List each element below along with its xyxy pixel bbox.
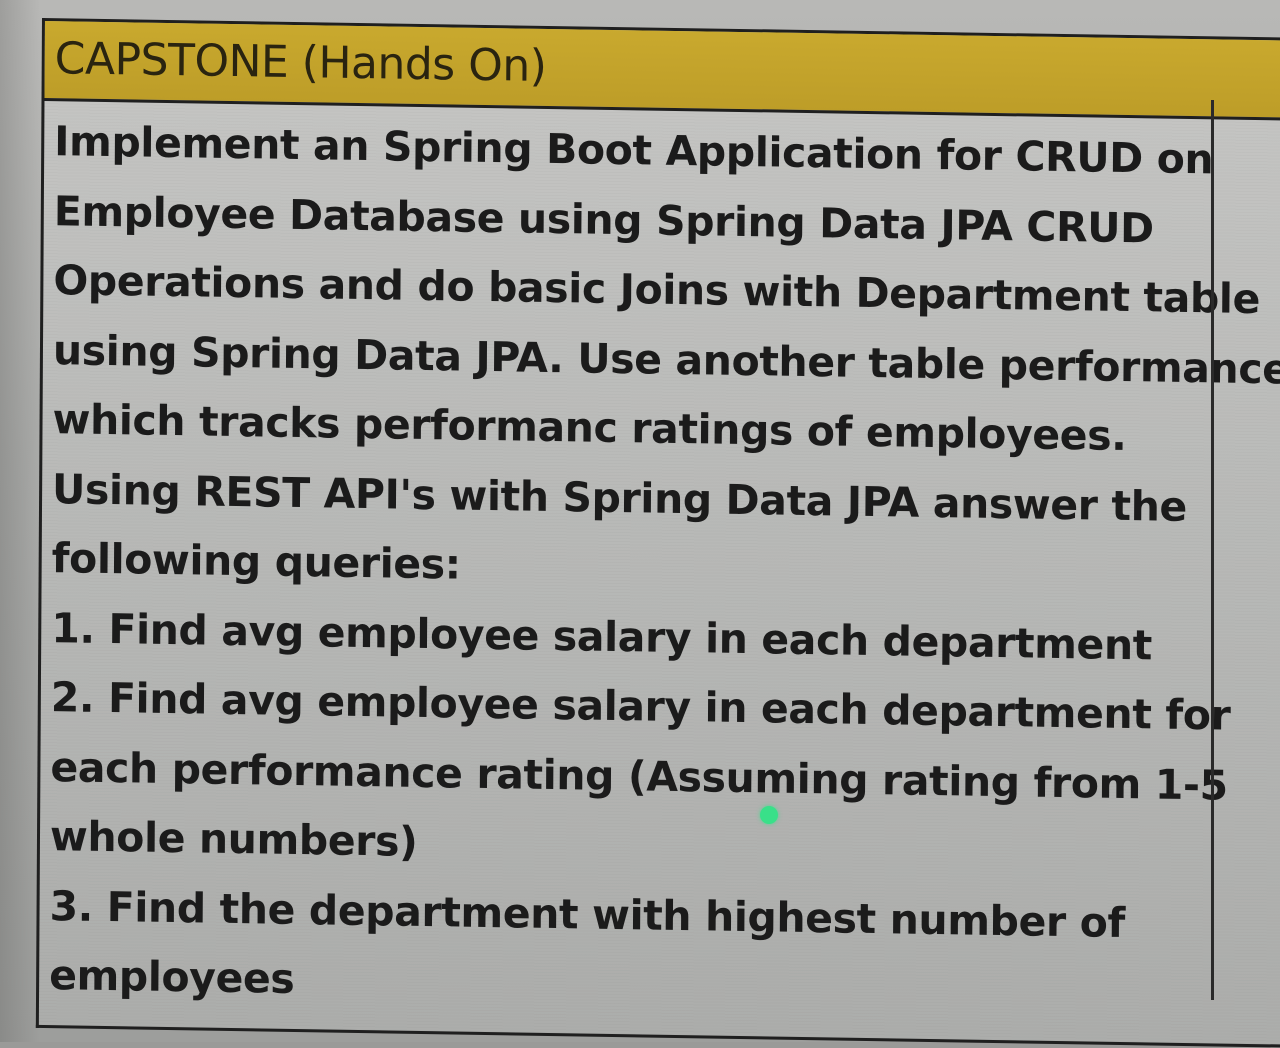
table-right-border <box>1211 100 1214 1000</box>
green-dot-marker <box>760 806 778 824</box>
document-table: CAPSTONE (Hands On) Implement an Spring … <box>35 18 1280 1048</box>
photo-edge-shadow <box>0 0 40 1042</box>
table-body-cell: Implement an Spring Boot Application for… <box>39 101 1280 1030</box>
header-title: CAPSTONE (Hands On) <box>54 33 547 92</box>
